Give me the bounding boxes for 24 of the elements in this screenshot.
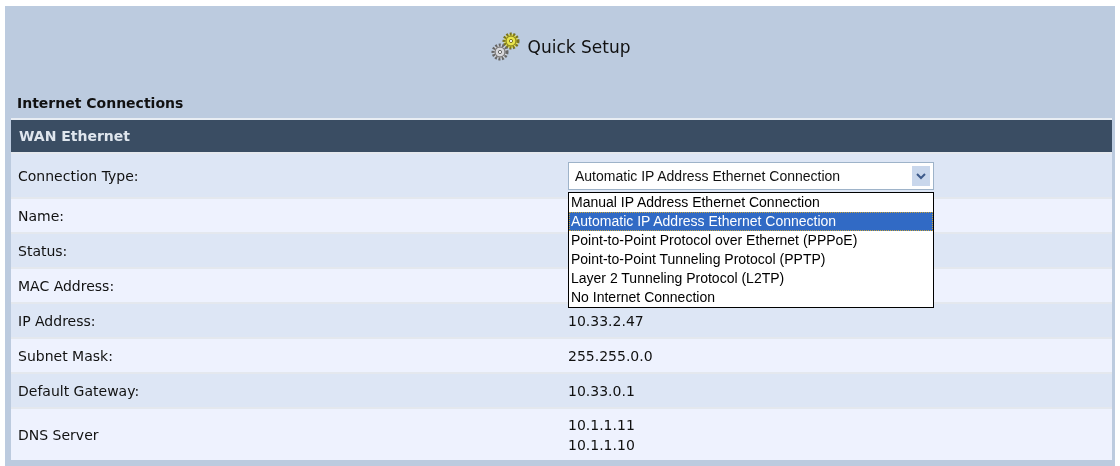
field-value: 10.1.1.11: [568, 415, 636, 435]
field-label: DNS Server: [17, 426, 100, 443]
field-value: 10.33.0.1: [568, 381, 636, 401]
dropdown-option[interactable]: Point-to-Point Tunneling Protocol (PPTP): [569, 249, 933, 269]
dropdown-option[interactable]: Point-to-Point Protocol over Ethernet (PPPoE): [569, 230, 933, 250]
field-value: 10.33.2.47: [568, 311, 645, 331]
field-value: 10.1.1.10: [568, 435, 636, 455]
field-label: Default Gateway:: [17, 382, 141, 399]
page-title: Quick Setup: [527, 37, 631, 57]
connection-type-dropdown[interactable]: Automatic IP Address Ethernet Connection: [568, 161, 934, 190]
field-label: Name:: [17, 207, 66, 224]
panel-header: WAN Ethernet: [11, 118, 1112, 152]
field-label: Connection Type:: [17, 167, 140, 184]
section-title: Internet Connections: [16, 94, 185, 113]
field-label: Subnet Mask:: [17, 347, 114, 364]
field-label: Status:: [17, 242, 69, 259]
field-label: IP Address:: [17, 312, 97, 329]
dropdown-option[interactable]: No Internet Connection: [569, 287, 933, 307]
field-label: MAC Address:: [17, 277, 116, 294]
field-value: 255.255.0.0: [568, 346, 654, 366]
gears-icon: [489, 31, 522, 63]
dropdown-option[interactable]: Layer 2 Tunneling Protocol (L2TP): [569, 268, 933, 288]
dropdown-option[interactable]: Manual IP Address Ethernet Connection: [569, 192, 933, 212]
dropdown-option[interactable]: Automatic IP Address Ethernet Connection: [569, 211, 933, 231]
